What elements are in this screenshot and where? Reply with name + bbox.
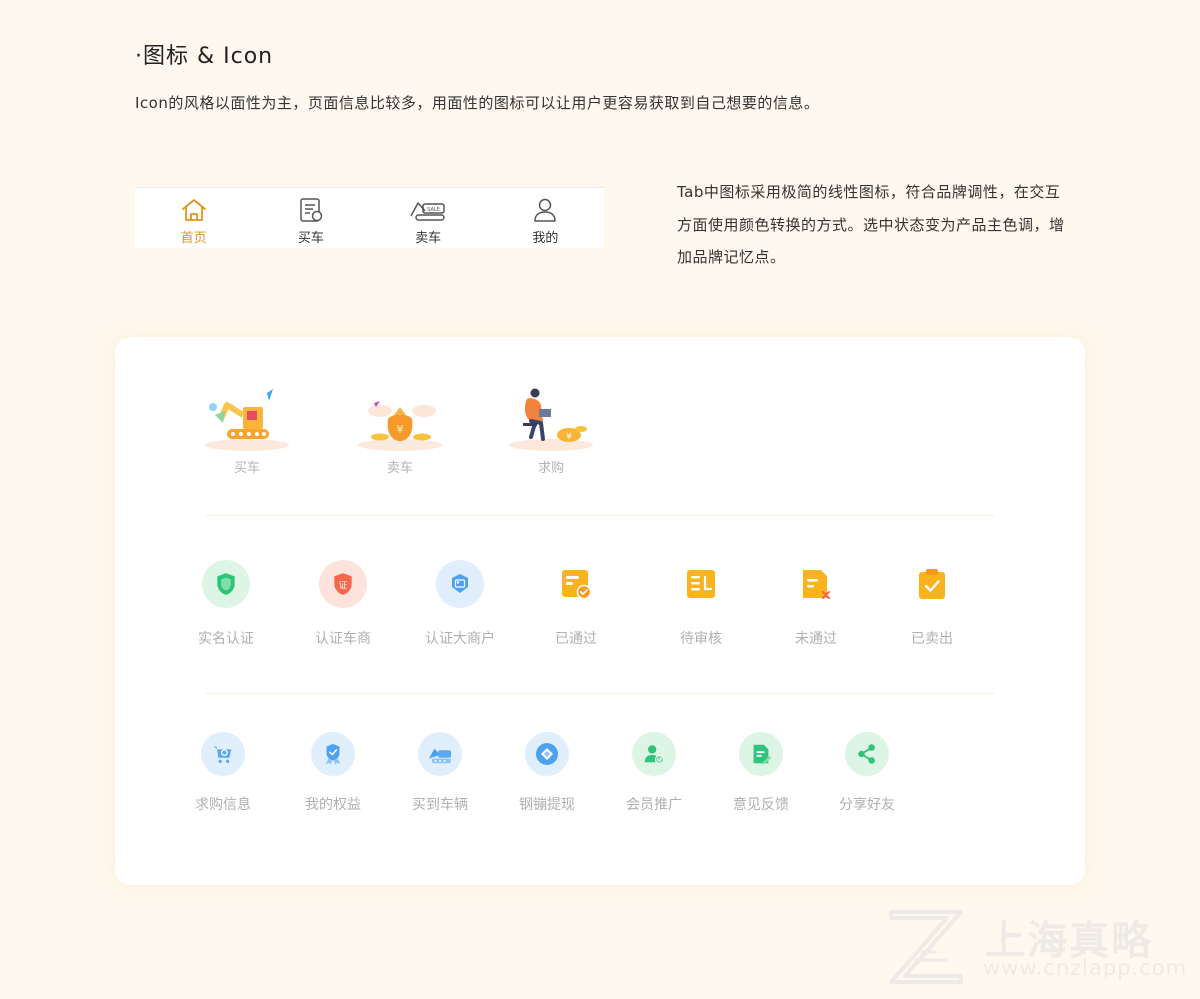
svg-text:¥: ¥ xyxy=(566,432,572,442)
tab-label: 买车 xyxy=(297,231,324,246)
shield-icon xyxy=(202,560,250,608)
illustration-label: 卖车 xyxy=(386,461,413,476)
illustration-buy: 买车 xyxy=(197,385,297,476)
coin-diamond-icon xyxy=(525,732,569,776)
feedback-edit-icon xyxy=(739,732,783,776)
status-label: 认证大商户 xyxy=(425,631,495,647)
illustration-sell: ¥ 卖车 xyxy=(350,385,450,476)
ribbon-badge-icon xyxy=(311,732,355,776)
tab-me[interactable]: 我的 xyxy=(487,188,604,248)
status-label: 已卖出 xyxy=(911,631,953,647)
feature-label: 买到车辆 xyxy=(412,797,468,813)
illustration-label: 买车 xyxy=(233,461,260,476)
member-promote-icon xyxy=(632,732,676,776)
merchant-card-icon xyxy=(436,560,484,608)
intro-text: Icon的风格以面性为主，页面信息比较多，用面性的图标可以让用户更容易获取到自己… xyxy=(135,94,820,112)
rejected-doc-icon xyxy=(792,560,840,608)
watermark-url: www.cnzlapp.com xyxy=(983,956,1188,980)
certified-badge-icon: 证 xyxy=(319,560,367,608)
illustration-label: 求购 xyxy=(537,461,564,476)
status-item-sold[interactable]: 已卖出 xyxy=(882,560,982,648)
excavator-illustration xyxy=(205,389,289,451)
home-icon xyxy=(181,199,206,221)
tab-sell[interactable]: SALE 卖车 xyxy=(370,188,487,248)
feature-label: 会员推广 xyxy=(626,797,682,813)
feature-item-bought-vehicles[interactable]: 买到车辆 xyxy=(390,732,490,814)
illustration-request: ¥ 求购 xyxy=(501,385,601,476)
section-title: ·图标 & Icon xyxy=(135,44,274,69)
status-item-certified-dealer[interactable]: 证 认证车商 xyxy=(293,560,393,648)
tab-bar: 首页 买车 SALE 卖车 我的 xyxy=(135,187,604,248)
status-item-big-merchant[interactable]: 认证大商户 xyxy=(410,560,510,648)
status-label: 已通过 xyxy=(555,631,597,647)
tab-buy[interactable]: 买车 xyxy=(252,188,369,248)
feature-label: 钢镚提现 xyxy=(519,797,575,813)
user-icon xyxy=(534,198,557,222)
status-item-rejected[interactable]: 未通过 xyxy=(766,560,866,648)
divider xyxy=(205,693,995,694)
watermark: 上海真略 www.cnzlapp.com xyxy=(885,902,1188,992)
feature-item-coin-withdraw[interactable]: 钢镚提现 xyxy=(497,732,597,814)
svg-text:SALE: SALE xyxy=(427,207,440,213)
status-label: 认证车商 xyxy=(315,631,371,647)
feature-label: 我的权益 xyxy=(305,797,361,813)
feature-item-my-benefits[interactable]: 我的权益 xyxy=(283,732,383,814)
share-icon xyxy=(845,732,889,776)
status-item-approved[interactable]: 已通过 xyxy=(526,560,626,648)
z-logo-icon xyxy=(889,910,963,984)
feature-label: 求购信息 xyxy=(195,797,251,813)
svg-text:¥: ¥ xyxy=(397,423,404,436)
tab-description: Tab中图标采用极简的线性图标，符合品牌调性，在交互方面使用颜色转换的方式。选中… xyxy=(677,183,1065,266)
feature-item-request-info[interactable]: 求购信息 xyxy=(173,732,273,814)
status-label: 实名认证 xyxy=(198,631,254,647)
divider xyxy=(205,515,995,516)
buy-list-icon xyxy=(300,198,323,222)
tab-home[interactable]: 首页 xyxy=(135,188,252,248)
tab-label: 我的 xyxy=(532,231,559,246)
sold-clipboard-icon xyxy=(908,560,956,608)
svg-text:证: 证 xyxy=(339,580,348,591)
status-label: 待审核 xyxy=(680,631,722,647)
icon-showcase-card: 买车 ¥ 卖车 ¥ 求购 实名认证 证 认证车商 认证大商户 已通过 待审核 未… xyxy=(115,337,1085,885)
vehicle-icon xyxy=(418,732,462,776)
money-bag-illustration: ¥ xyxy=(358,401,442,451)
tab-label: 卖车 xyxy=(415,231,442,246)
sale-truck-icon: SALE xyxy=(410,202,445,221)
feature-label: 分享好友 xyxy=(839,797,895,813)
tab-label: 首页 xyxy=(180,231,207,246)
person-laptop-illustration: ¥ xyxy=(509,388,593,451)
pending-doc-icon xyxy=(677,560,725,608)
status-item-pending[interactable]: 待审核 xyxy=(651,560,751,648)
cart-search-icon xyxy=(201,732,245,776)
status-item-realname[interactable]: 实名认证 xyxy=(176,560,276,648)
feature-item-feedback[interactable]: 意见反馈 xyxy=(711,732,811,814)
feature-label: 意见反馈 xyxy=(733,797,789,813)
status-label: 未通过 xyxy=(795,631,837,647)
feature-item-member-promote[interactable]: 会员推广 xyxy=(604,732,704,814)
feature-item-share-friends[interactable]: 分享好友 xyxy=(817,732,917,814)
approved-doc-icon xyxy=(552,560,600,608)
